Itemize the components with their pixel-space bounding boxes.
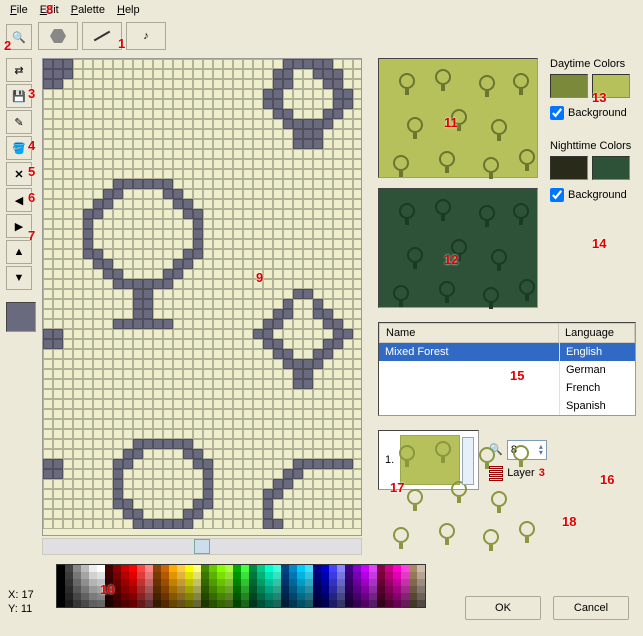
layer-mini-preview — [400, 435, 460, 485]
cell-lang: French — [559, 379, 635, 397]
daytime-colors-label: Daytime Colors — [550, 58, 631, 70]
table-row[interactable]: Spanish — [379, 397, 635, 415]
layer-info: Layer 3 — [489, 466, 547, 481]
table-row[interactable]: French — [379, 379, 635, 397]
note-tool[interactable]: ♪ — [126, 22, 166, 50]
shift-right[interactable]: ▶ — [6, 214, 32, 238]
header-name[interactable]: Name — [379, 323, 559, 343]
menu-file[interactable]: File — [4, 2, 34, 18]
floppy-icon: 💾 — [12, 90, 26, 103]
hexagon-icon — [50, 29, 66, 43]
day-bg-checkbox[interactable] — [550, 106, 564, 120]
bucket-icon: 🪣 — [12, 142, 26, 155]
layer-scroll[interactable] — [462, 437, 474, 485]
swap-icon: ⇄ — [14, 64, 23, 77]
current-color-swatch[interactable] — [6, 302, 36, 332]
spin-arrows-icon[interactable]: ▴▾ — [539, 444, 543, 456]
main-area: ⇄ 💾 ✎ 🪣 ✕ ◀ ▶ ▲ ▼ Daytime Co — [0, 54, 643, 555]
night-color-2[interactable] — [592, 156, 630, 180]
menu-edit[interactable]: Edit — [34, 2, 65, 18]
daytime-colors-group: Daytime Colors Background — [550, 58, 631, 120]
triangle-up-icon: ▲ — [14, 246, 25, 258]
shift-left[interactable]: ◀ — [6, 188, 32, 212]
canvas-area — [42, 58, 362, 555]
ok-button[interactable]: OK — [465, 596, 541, 620]
pencil-tool[interactable]: ✎ — [6, 110, 32, 134]
cell-name — [379, 379, 559, 397]
day-color-2[interactable] — [592, 74, 630, 98]
header-lang[interactable]: Language — [559, 323, 635, 343]
layer-thumbnail[interactable]: 1. — [378, 430, 479, 490]
status-coords: X: 17 Y: 11 — [8, 588, 34, 616]
cell-name — [379, 397, 559, 415]
right-panel: Daytime Colors Background Nighttime Colo… — [370, 54, 643, 555]
pencil-icon: ✎ — [14, 116, 23, 129]
day-bg-label: Background — [568, 107, 627, 119]
pixel-canvas[interactable] — [42, 58, 362, 536]
magnifier-icon: 🔍 — [12, 31, 26, 44]
night-background-check[interactable]: Background — [550, 188, 631, 202]
dialog-buttons: OK Cancel — [465, 596, 629, 620]
table-row[interactable]: German — [379, 361, 635, 379]
nighttime-colors-label: Nighttime Colors — [550, 140, 631, 152]
clear-tool[interactable]: ✕ — [6, 162, 32, 186]
day-background-check[interactable]: Background — [550, 106, 631, 120]
layer-label: Layer — [507, 467, 535, 479]
color-palette[interactable] — [56, 564, 426, 608]
night-color-1[interactable] — [550, 156, 588, 180]
save-tool[interactable]: 💾 — [6, 84, 32, 108]
table-header: Name Language — [379, 323, 635, 343]
shift-up[interactable]: ▲ — [6, 240, 32, 264]
name-language-table[interactable]: Name Language Mixed Forest English Germa… — [378, 322, 636, 416]
music-note-icon: ♪ — [143, 30, 149, 42]
day-color-1[interactable] — [550, 74, 588, 98]
layer-stack-icon — [489, 466, 503, 481]
cell-lang: German — [559, 361, 635, 379]
app-window: File Edit Palette Help 🔍 ♪ ⇄ 💾 ✎ 🪣 ✕ ◀ ▶… — [0, 0, 643, 636]
cancel-button[interactable]: Cancel — [553, 596, 629, 620]
triangle-down-icon: ▼ — [14, 272, 25, 284]
left-toolbar: ⇄ 💾 ✎ 🪣 ✕ ◀ ▶ ▲ ▼ — [0, 54, 42, 555]
shape-tool[interactable] — [38, 22, 78, 50]
triangle-left-icon: ◀ — [15, 194, 23, 207]
layer-count: 3 — [539, 467, 545, 479]
cell-name — [379, 361, 559, 379]
triangle-right-icon: ▶ — [15, 220, 23, 233]
x-icon: ✕ — [14, 168, 23, 181]
nighttime-preview — [378, 188, 538, 308]
cell-lang: English — [559, 343, 635, 361]
menu-help[interactable]: Help — [111, 2, 146, 18]
zoom-tool[interactable]: 🔍 — [6, 24, 32, 50]
night-bg-label: Background — [568, 189, 627, 201]
line-tool[interactable] — [82, 22, 122, 50]
top-toolbar: ♪ — [36, 20, 172, 54]
nighttime-colors-group: Nighttime Colors Background — [550, 140, 631, 202]
layer-index: 1. — [385, 454, 394, 466]
line-icon — [94, 31, 111, 42]
cell-name: Mixed Forest — [379, 343, 559, 361]
canvas-scroll-horizontal[interactable] — [42, 538, 362, 555]
table-row[interactable]: Mixed Forest English — [379, 343, 635, 361]
daytime-preview — [378, 58, 538, 178]
menu-palette[interactable]: Palette — [65, 2, 111, 18]
swap-tool[interactable]: ⇄ — [6, 58, 32, 82]
menu-bar: File Edit Palette Help — [0, 0, 643, 20]
cell-lang: Spanish — [559, 397, 635, 415]
fill-tool[interactable]: 🪣 — [6, 136, 32, 160]
shift-down[interactable]: ▼ — [6, 266, 32, 290]
night-bg-checkbox[interactable] — [550, 188, 564, 202]
